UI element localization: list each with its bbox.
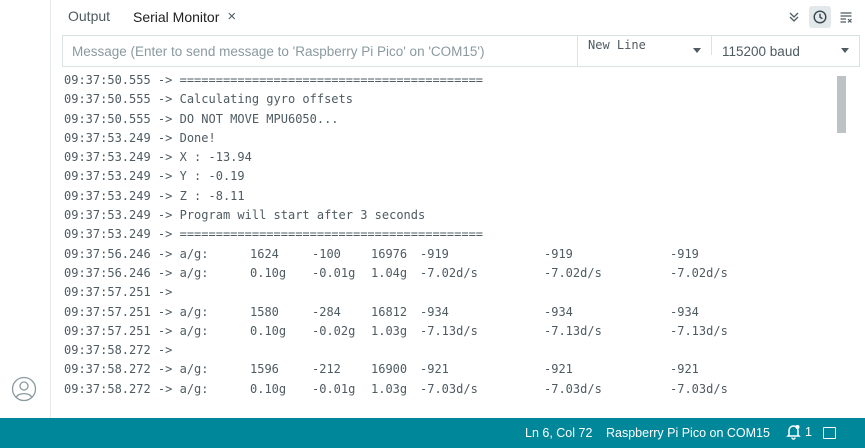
value-cell: 0.10g: [250, 323, 287, 338]
value-cell: 1580: [250, 304, 279, 319]
value-cell: -0.01g: [312, 265, 356, 280]
double-chevron-down-icon[interactable]: [783, 6, 805, 28]
value-cell: -921: [544, 362, 573, 377]
chevron-down-icon: [841, 48, 849, 53]
cursor-position[interactable]: Ln 6, Col 72: [525, 418, 592, 448]
line-ending-value: New Line: [588, 38, 646, 52]
line-text: 09:37:57.251 -> a/g:: [64, 304, 209, 319]
line-text: 09:37:57.251 -> a/g:: [64, 323, 209, 338]
line-text: 09:37:53.249 -> Z : -8.11: [64, 188, 245, 203]
activity-bar: [0, 0, 51, 418]
panel-toggle-icon[interactable]: [823, 427, 836, 439]
tab-serial-monitor-label: Serial Monitor: [133, 8, 220, 25]
value-cell: -921: [420, 362, 449, 377]
value-cell: 16900: [371, 362, 408, 377]
value-cell: 16976: [371, 246, 408, 261]
message-toolbar: New Line 115200 baud: [62, 35, 860, 67]
value-cell: -0.01g: [312, 381, 356, 396]
value-cell: -7.03d/s: [420, 381, 478, 396]
value-cell: -7.03d/s: [670, 381, 728, 396]
value-cell: 1.03g: [371, 323, 408, 338]
serial-monitor-panel: Output Serial Monitor × Message (Enter t…: [51, 0, 865, 418]
chevron-down-icon: [693, 48, 701, 53]
value-cell: -7.13d/s: [544, 323, 602, 338]
value-cell: 1.04g: [371, 265, 408, 280]
value-cell: -7.02d/s: [544, 265, 602, 280]
value-cell: -7.13d/s: [670, 323, 728, 338]
value-cell: -7.02d/s: [420, 265, 478, 280]
value-cell: -919: [670, 246, 699, 261]
value-cell: -934: [670, 304, 699, 319]
line-text: 09:37:53.249 -> ========================…: [64, 227, 484, 242]
account-icon[interactable]: [11, 376, 37, 402]
line-text: 09:37:53.249 -> Done!: [64, 130, 216, 145]
value-cell: -921: [670, 362, 699, 377]
value-cell: -100: [312, 246, 341, 261]
bell-icon: [786, 425, 801, 440]
close-icon[interactable]: ×: [227, 8, 236, 25]
status-bar: Ln 6, Col 72 Raspberry Pi Pico on COM15 …: [0, 418, 865, 448]
panel-tabs: Output Serial Monitor ×: [51, 0, 865, 34]
clock-icon[interactable]: [809, 6, 831, 28]
line-text: 09:37:53.249 -> X : -13.94: [64, 150, 252, 165]
line-text: 09:37:50.555 -> DO NOT MOVE MPU6050...: [64, 111, 339, 126]
panel-actions: [783, 6, 857, 28]
scrollbar-thumb[interactable]: [837, 76, 846, 133]
value-cell: -934: [420, 304, 449, 319]
notification-count: 1: [805, 425, 812, 439]
value-cell: -212: [312, 362, 341, 377]
value-cell: -934: [544, 304, 573, 319]
tab-output[interactable]: Output: [68, 8, 110, 24]
board-port-indicator[interactable]: Raspberry Pi Pico on COM15: [606, 418, 770, 448]
line-text: 09:37:57.251 ->: [64, 285, 180, 300]
value-cell: -7.13d/s: [420, 323, 478, 338]
value-cell: 1624: [250, 246, 279, 261]
value-cell: 0.10g: [250, 265, 287, 280]
value-cell: -7.03d/s: [544, 381, 602, 396]
tab-output-label: Output: [68, 8, 111, 24]
line-text: 09:37:50.555 -> Calculating gyro offsets: [64, 92, 353, 107]
value-cell: 1.03g: [371, 381, 408, 396]
value-cell: -284: [312, 304, 341, 319]
line-text: 09:37:50.555 -> ========================…: [64, 73, 484, 87]
line-text: 09:37:56.246 -> a/g:: [64, 265, 209, 280]
clear-output-icon[interactable]: [835, 6, 857, 28]
value-cell: -7.02d/s: [670, 265, 728, 280]
line-text: 09:37:58.272 ->: [64, 343, 180, 358]
line-text: 09:37:58.272 -> a/g:: [64, 362, 209, 377]
line-text: 09:37:58.272 -> a/g:: [64, 381, 209, 396]
line-text: 09:37:53.249 -> Program will start after…: [64, 208, 426, 223]
tab-serial-monitor[interactable]: Serial Monitor ×: [133, 8, 236, 25]
value-cell: -919: [544, 246, 573, 261]
value-cell: -919: [420, 246, 449, 261]
value-cell: -0.02g: [312, 323, 356, 338]
line-text: 09:37:53.249 -> Y : -0.19: [64, 169, 245, 184]
line-text: 09:37:56.246 -> a/g:: [64, 246, 209, 261]
notifications[interactable]: 1: [786, 424, 812, 440]
message-input[interactable]: [63, 36, 578, 66]
serial-output[interactable]: 09:37:50.555 -> ========================…: [51, 68, 865, 418]
value-cell: 1596: [250, 362, 279, 377]
baud-rate-select[interactable]: 115200 baud: [712, 36, 859, 66]
baud-rate-value: 115200 baud: [722, 43, 800, 59]
line-ending-select[interactable]: New Line: [578, 36, 712, 56]
value-cell: 16812: [371, 304, 408, 319]
value-cell: 0.10g: [250, 381, 287, 396]
